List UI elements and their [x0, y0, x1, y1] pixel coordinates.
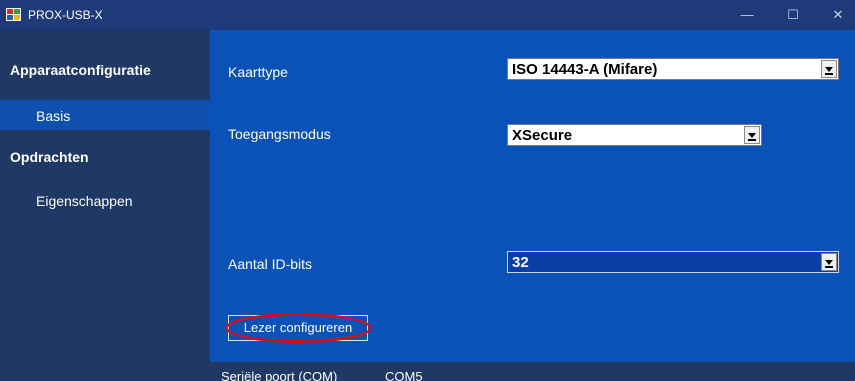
- serial-port-value: COM5: [385, 369, 423, 381]
- minimize-button[interactable]: —: [730, 0, 764, 30]
- id-bits-label: Aantal ID-bits: [228, 256, 313, 272]
- chevron-down-icon[interactable]: [821, 253, 837, 271]
- app-icon: [6, 8, 21, 21]
- title-bar: PROX-USB-X — ☐ ✕: [0, 0, 855, 30]
- highlight-ellipse: [225, 313, 372, 343]
- sidebar: Apparaatconfiguratie Basis Opdrachten Ei…: [0, 30, 210, 381]
- chevron-down-icon[interactable]: [821, 60, 837, 78]
- window-title: PROX-USB-X: [28, 8, 103, 22]
- sidebar-item-apparaatconfiguratie[interactable]: Apparaatconfiguratie: [10, 62, 220, 78]
- access-mode-value: XSecure: [512, 127, 573, 144]
- serial-port-label: Seriële poort (COM): [221, 369, 338, 381]
- maximize-button[interactable]: ☐: [776, 0, 810, 30]
- close-button[interactable]: ✕: [821, 0, 855, 30]
- access-mode-label: Toegangsmodus: [228, 126, 331, 142]
- id-bits-select[interactable]: 32: [507, 251, 839, 273]
- sidebar-item-opdrachten[interactable]: Opdrachten: [10, 149, 220, 165]
- card-type-select[interactable]: ISO 14443-A (Mifare): [507, 58, 839, 80]
- access-mode-select[interactable]: XSecure: [507, 124, 762, 146]
- chevron-down-icon[interactable]: [744, 126, 760, 144]
- card-type-value: ISO 14443-A (Mifare): [512, 61, 658, 78]
- card-type-label: Kaarttype: [228, 64, 288, 80]
- id-bits-value: 32: [512, 254, 529, 271]
